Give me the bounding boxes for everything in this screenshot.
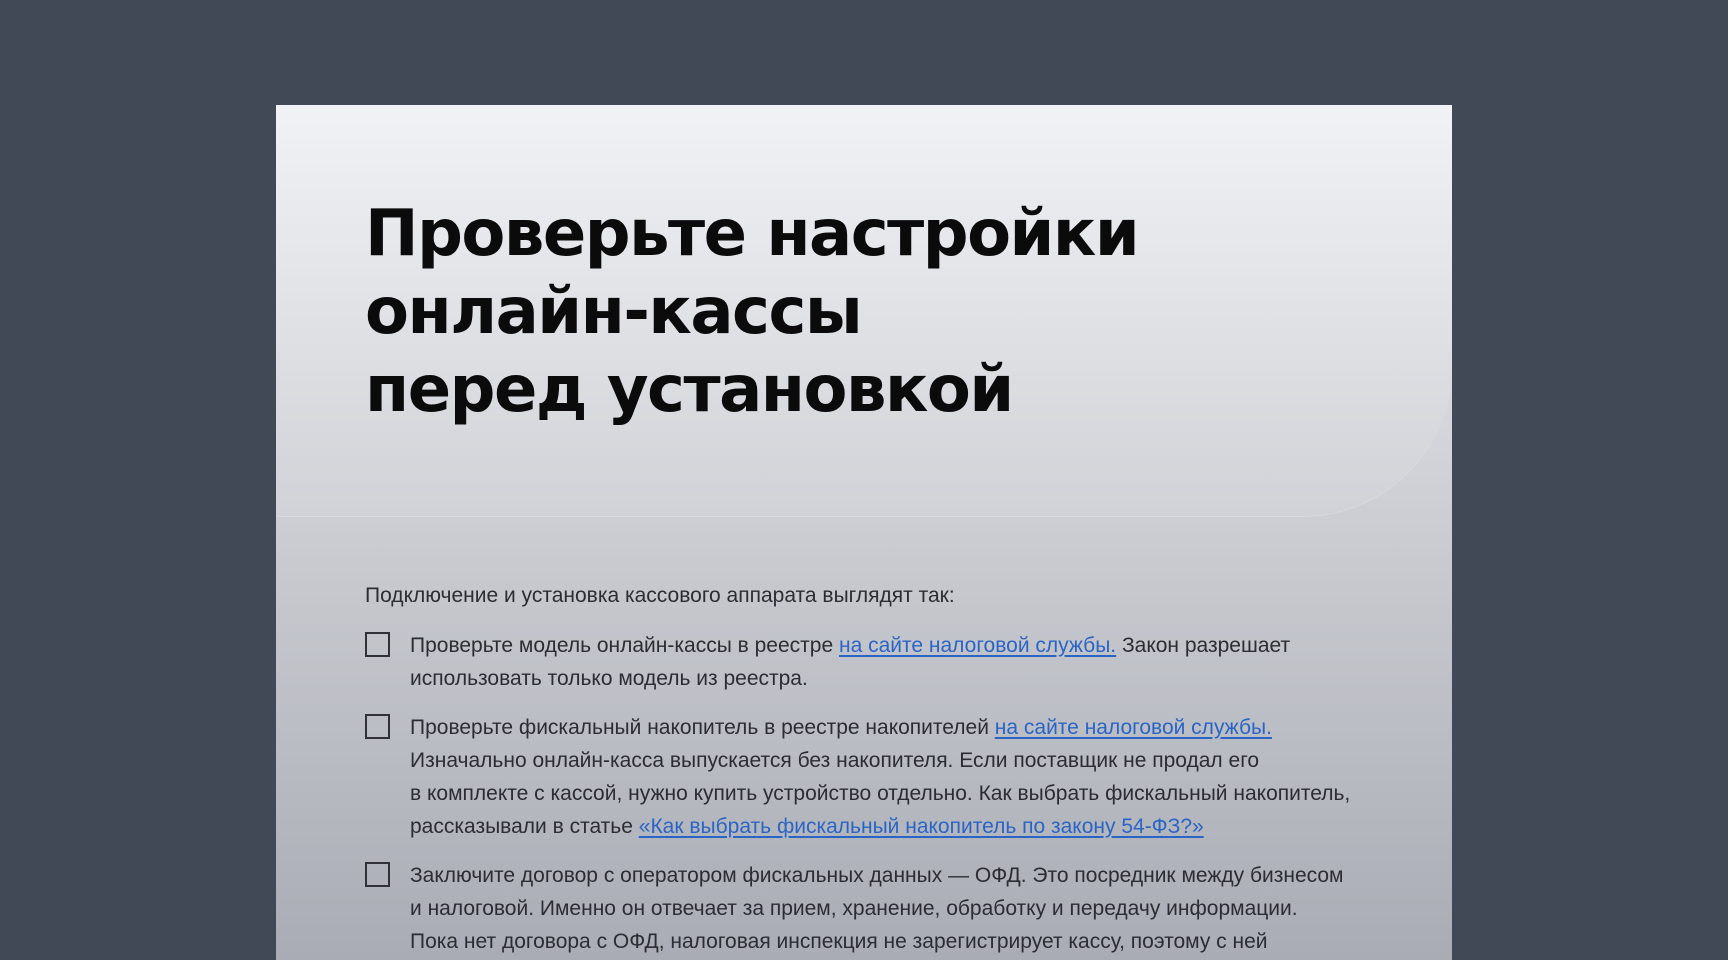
- title-line-1: Проверьте настройки: [365, 197, 1140, 271]
- checklist-item-text: Проверьте модель онлайн-кассы в реестре …: [410, 629, 1370, 695]
- text-line: Заключите договор с оператором фискальны…: [410, 864, 1344, 887]
- text-segment: Проверьте модель онлайн-кассы в реестре: [410, 634, 839, 657]
- title-line-2: онлайн-кассы: [365, 275, 863, 349]
- text-segment: Проверьте фискальный накопитель в реестр…: [410, 716, 995, 739]
- text-line: использовать только модель из реестра.: [410, 667, 808, 690]
- checkbox[interactable]: [365, 632, 390, 657]
- checklist-item-text: Проверьте фискальный накопитель в реестр…: [410, 711, 1370, 843]
- article-link[interactable]: «Как выбрать фискальный накопитель по за…: [639, 815, 1204, 838]
- text-line: Проверьте фискальный накопитель в реестр…: [410, 711, 1370, 744]
- text-segment: рассказывали в статье: [410, 815, 639, 838]
- page-title: Проверьте настройки онлайн-кассы перед у…: [365, 195, 1265, 429]
- checklist-item-text: Заключите договор с оператором фискальны…: [410, 859, 1370, 958]
- text-line: рассказывали в статье «Как выбрать фиска…: [410, 810, 1370, 843]
- checkbox[interactable]: [365, 862, 390, 887]
- text-line: Изначально онлайн-касса выпускается без …: [410, 749, 1260, 772]
- tax-service-link[interactable]: на сайте налоговой службы.: [839, 634, 1116, 657]
- title-line-3: перед установкой: [365, 353, 1014, 427]
- text-segment: Закон разрешает: [1116, 634, 1291, 657]
- text-line: в комплекте с кассой, нужно купить устро…: [410, 782, 1351, 805]
- article-header: Проверьте настройки онлайн-кассы перед у…: [276, 105, 1452, 516]
- checkbox[interactable]: [365, 714, 390, 739]
- checklist: Проверьте модель онлайн-кассы в реестре …: [365, 631, 1365, 960]
- text-line: Проверьте модель онлайн-кассы в реестре …: [410, 629, 1370, 662]
- tax-service-link[interactable]: на сайте налоговой службы.: [995, 716, 1272, 739]
- text-line: и налоговой. Именно он отвечает за прием…: [410, 897, 1298, 920]
- intro-text: Подключение и установка кассового аппара…: [365, 584, 955, 607]
- text-line: Пока нет договора с ОФД, налоговая инспе…: [410, 930, 1268, 953]
